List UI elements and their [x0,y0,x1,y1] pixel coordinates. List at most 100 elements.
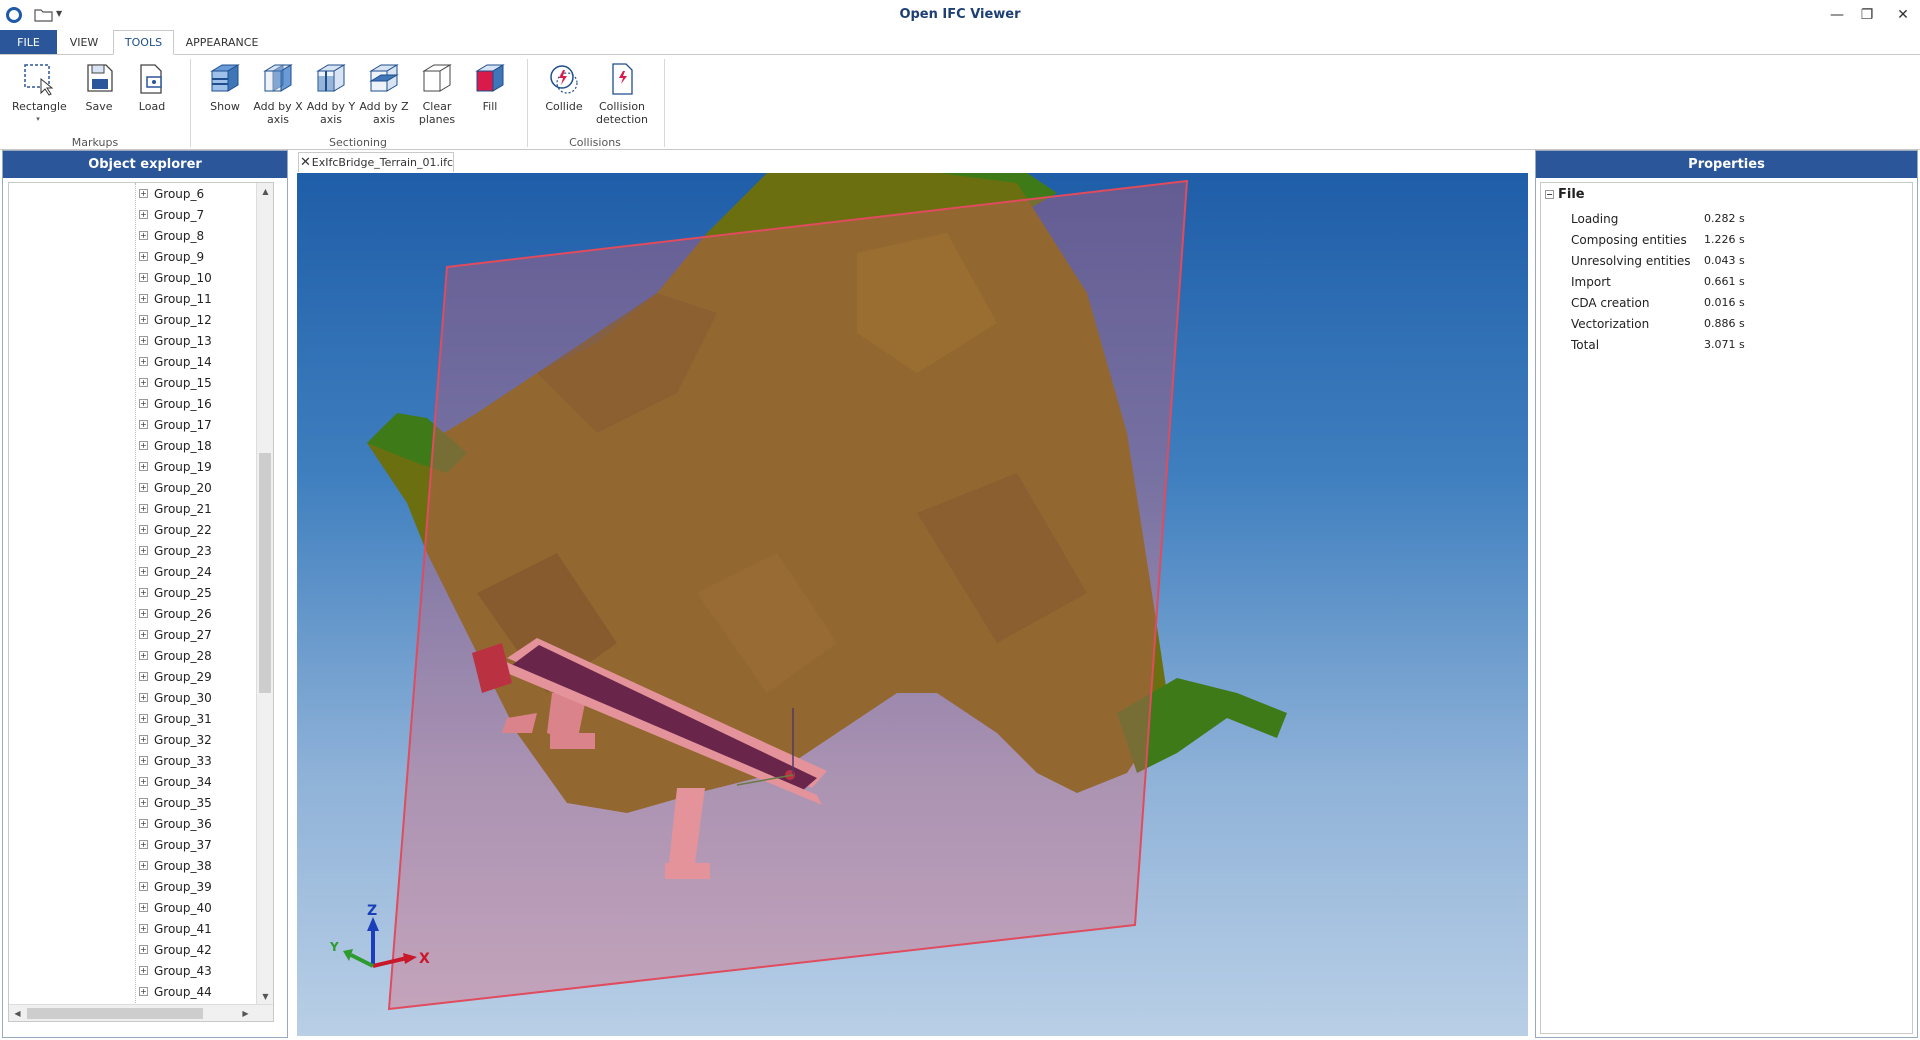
expand-icon[interactable]: + [139,441,148,450]
tree-item[interactable]: + Group_38 [139,855,212,876]
expand-icon[interactable]: + [139,294,148,303]
collide-button[interactable]: Collide [538,61,590,113]
scroll-up-icon[interactable]: ▲ [257,183,273,200]
property-row[interactable]: Vectorization 0.886 s [1571,313,1831,334]
collision-detection-button[interactable]: Collision detection [596,61,648,126]
clear-planes-button[interactable]: Clear planes [411,61,463,126]
tree-item[interactable]: + Group_33 [139,750,212,771]
expand-icon[interactable]: + [139,924,148,933]
expand-icon[interactable]: + [139,210,148,219]
expand-icon[interactable]: + [139,231,148,240]
rectangle-button[interactable]: Rectangle ▾ [12,61,67,126]
expand-icon[interactable]: + [139,315,148,324]
tree-item[interactable]: + Group_41 [139,918,212,939]
tree-vertical-scrollbar[interactable]: ▲ ▼ [256,183,273,1005]
tree-item[interactable]: + Group_29 [139,666,212,687]
expand-icon[interactable]: + [139,546,148,555]
tree-item[interactable]: + Group_36 [139,813,212,834]
tree-item[interactable]: + Group_34 [139,771,212,792]
tree-item[interactable]: + Group_11 [139,288,212,309]
tree-item[interactable]: + Group_39 [139,876,212,897]
expand-icon[interactable]: + [139,399,148,408]
expand-icon[interactable]: + [139,504,148,513]
expand-icon[interactable]: + [139,567,148,576]
tab-file[interactable]: FILE [0,30,57,55]
close-tab-icon[interactable]: ✕ [299,155,312,170]
expand-icon[interactable]: + [139,693,148,702]
expand-icon[interactable]: + [139,966,148,975]
tree-item[interactable]: + Group_23 [139,540,212,561]
object-tree[interactable]: + Group_6 + Group_7 + Group_8 + Group_9 + Group_1… [8,182,274,1022]
expand-icon[interactable]: + [139,336,148,345]
tree-item[interactable]: + Group_14 [139,351,212,372]
fill-button[interactable]: Fill [464,61,516,113]
properties-root-file[interactable]: − File [1545,187,1585,202]
add-y-axis-plane-button[interactable]: Add by Y axis [305,61,357,126]
expand-icon[interactable]: + [139,777,148,786]
expand-icon[interactable]: + [139,861,148,870]
tree-item[interactable]: + Group_37 [139,834,212,855]
expand-icon[interactable]: + [139,378,148,387]
tree-item[interactable]: + Group_43 [139,960,212,981]
tree-item[interactable]: + Group_27 [139,624,212,645]
expand-icon[interactable]: + [139,840,148,849]
document-tab[interactable]: ✕ ExIfcBridge_Terrain_01.ifc [298,152,454,172]
tree-item[interactable]: + Group_22 [139,519,212,540]
tree-item[interactable]: + Group_31 [139,708,212,729]
tab-view[interactable]: VIEW [64,30,104,55]
tree-item[interactable]: + Group_24 [139,561,212,582]
tree-item[interactable]: + Group_17 [139,414,212,435]
expand-icon[interactable]: + [139,483,148,492]
tree-item[interactable]: + Group_28 [139,645,212,666]
tree-item[interactable]: + Group_9 [139,246,204,267]
expand-icon[interactable]: + [139,651,148,660]
tab-tools[interactable]: TOOLS [113,30,174,55]
expand-icon[interactable]: + [139,357,148,366]
tree-item[interactable]: + Group_12 [139,309,212,330]
property-row[interactable]: CDA creation 0.016 s [1571,292,1831,313]
tree-item[interactable]: + Group_25 [139,582,212,603]
tree-item[interactable]: + Group_13 [139,330,212,351]
tree-item[interactable]: + Group_26 [139,603,212,624]
close-window-button[interactable]: ✕ [1880,0,1920,30]
expand-icon[interactable]: + [139,903,148,912]
tree-item[interactable]: + Group_21 [139,498,212,519]
property-row[interactable]: Unresolving entities 0.043 s [1571,250,1831,271]
vertical-scroll-thumb[interactable] [259,453,271,693]
scroll-down-icon[interactable]: ▼ [257,988,273,1005]
tree-item[interactable]: + Group_18 [139,435,212,456]
tree-item[interactable]: + Group_32 [139,729,212,750]
property-row[interactable]: Composing entities 1.226 s [1571,229,1831,250]
tab-appearance[interactable]: APPEARANCE [181,30,263,55]
scroll-left-icon[interactable]: ◀ [9,1005,26,1021]
expand-icon[interactable]: + [139,882,148,891]
tree-item[interactable]: + Group_19 [139,456,212,477]
property-row[interactable]: Loading 0.282 s [1571,208,1831,229]
horizontal-scroll-thumb[interactable] [27,1008,203,1019]
expand-icon[interactable]: + [139,819,148,828]
expand-icon[interactable]: + [139,462,148,471]
expand-icon[interactable]: + [139,588,148,597]
tree-item[interactable]: + Group_35 [139,792,212,813]
3d-viewport[interactable]: Z X Y [297,173,1528,1036]
section-plane[interactable] [387,179,1189,1011]
add-x-axis-plane-button[interactable]: Add by X axis [252,61,304,126]
property-row[interactable]: Import 0.661 s [1571,271,1831,292]
scroll-right-icon[interactable]: ▶ [237,1005,254,1021]
expand-icon[interactable]: + [139,756,148,765]
expand-icon[interactable]: + [139,420,148,429]
tree-item[interactable]: + Group_30 [139,687,212,708]
collapse-icon[interactable]: − [1545,190,1554,199]
tree-horizontal-scrollbar[interactable]: ◀ ▶ [9,1004,273,1021]
tree-item[interactable]: + Group_16 [139,393,212,414]
tree-item[interactable]: + Group_8 [139,225,204,246]
tree-item[interactable]: + Group_6 [139,183,204,204]
tree-item[interactable]: + Group_7 [139,204,204,225]
tree-item[interactable]: + Group_15 [139,372,212,393]
show-sections-button[interactable]: Show [199,61,251,113]
tree-item[interactable]: + Group_20 [139,477,212,498]
property-row[interactable]: Total 3.071 s [1571,334,1831,355]
expand-icon[interactable]: + [139,525,148,534]
expand-icon[interactable]: + [139,609,148,618]
expand-icon[interactable]: + [139,672,148,681]
